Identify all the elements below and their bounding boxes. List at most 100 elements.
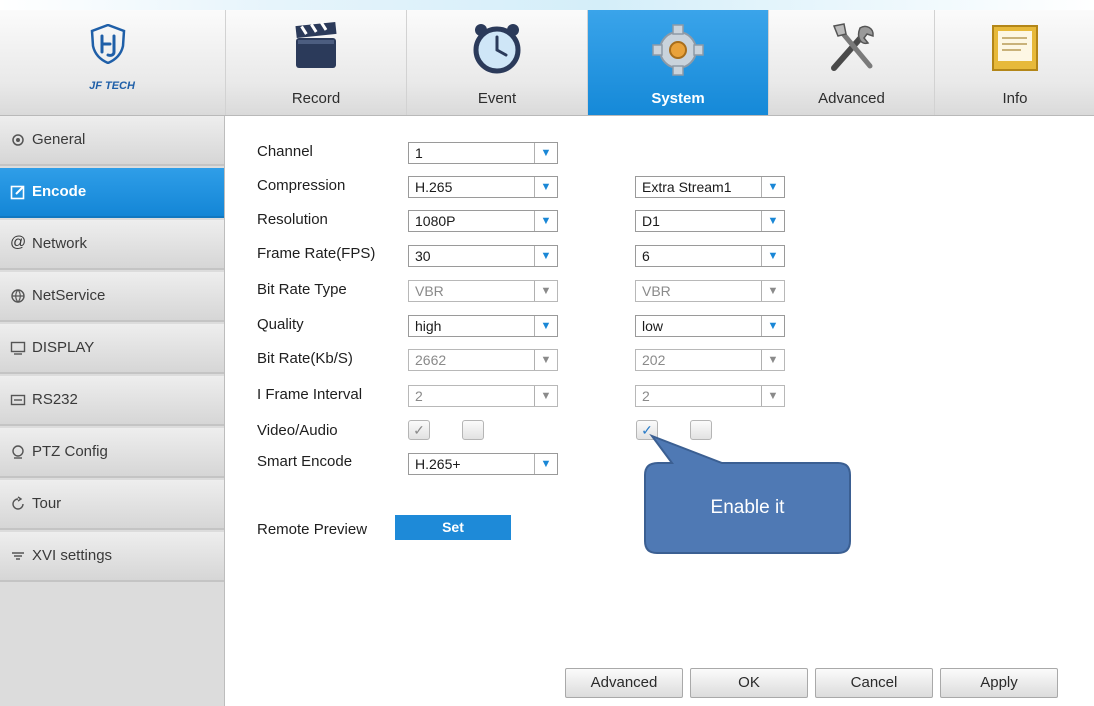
tab-event-label: Event xyxy=(477,90,517,107)
sidebar-item-label: Tour xyxy=(32,495,62,512)
sidebar-item-label: General xyxy=(32,131,86,148)
chevron-down-icon: ▼ xyxy=(761,386,784,406)
sidebar-item-xvi-settings[interactable]: XVI settings xyxy=(0,532,224,582)
sidebar-item-encode[interactable]: Encode xyxy=(0,168,224,218)
frame-rate-value: 30 xyxy=(415,248,431,264)
remote-preview-label: Remote Preview xyxy=(257,521,368,538)
frame-rate-label: Frame Rate(FPS) xyxy=(257,245,376,262)
sidebar-item-general[interactable]: General xyxy=(0,116,224,166)
extra-stream-value: Extra Stream1 xyxy=(642,179,732,195)
advanced-button[interactable]: Advanced xyxy=(565,668,683,698)
tab-info[interactable]: Info xyxy=(934,10,1094,115)
sidebar-item-tour[interactable]: Tour xyxy=(0,480,224,530)
tab-record-label: Record xyxy=(291,90,341,107)
cancel-button[interactable]: Cancel xyxy=(815,668,933,698)
ptz-icon xyxy=(12,445,24,459)
extra-frame-rate-value: 6 xyxy=(642,248,650,264)
chevron-down-icon: ▼ xyxy=(534,143,557,163)
extra-video-checkbox[interactable]: ✓ xyxy=(636,420,658,440)
compression-label: Compression xyxy=(257,177,346,194)
clapperboard-icon xyxy=(295,21,337,68)
bit-rate-type-value: VBR xyxy=(415,283,444,299)
sidebar-item-rs232[interactable]: RS232 xyxy=(0,376,224,426)
sidebar-item-network[interactable]: @ Network xyxy=(0,220,224,270)
sidebar-item-label: PTZ Config xyxy=(32,443,108,460)
extra-bit-rate-select[interactable]: 202 ▼ xyxy=(635,349,785,371)
apply-button[interactable]: Apply xyxy=(940,668,1058,698)
tools-icon xyxy=(830,23,874,71)
iframe-interval-select[interactable]: 2 ▼ xyxy=(408,385,558,407)
tab-info-label: Info xyxy=(1002,90,1028,107)
iframe-interval-label: I Frame Interval xyxy=(257,386,363,403)
resolution-label: Resolution xyxy=(257,211,328,228)
tab-event[interactable]: Event xyxy=(406,10,587,115)
tab-system[interactable]: System xyxy=(587,10,768,115)
extra-iframe-interval-select[interactable]: 2 ▼ xyxy=(635,385,785,407)
channel-value: 1 xyxy=(415,145,423,161)
sidebar-item-display[interactable]: DISPLAY xyxy=(0,324,224,374)
extra-bit-rate-type-value: VBR xyxy=(642,283,671,299)
edit-icon xyxy=(10,185,25,200)
logo-text: JF TECH xyxy=(89,80,135,92)
bit-rate-value: 2662 xyxy=(415,352,447,368)
main-video-checkbox[interactable]: ✓ xyxy=(408,420,430,440)
sidebar-item-label: NetService xyxy=(32,287,106,304)
chevron-down-icon: ▼ xyxy=(534,177,557,197)
extra-bit-rate-type-select[interactable]: VBR ▼ xyxy=(635,280,785,302)
quality-select[interactable]: high ▼ xyxy=(408,315,558,337)
extra-frame-rate-select[interactable]: 6 ▼ xyxy=(635,245,785,267)
chevron-down-icon: ▼ xyxy=(761,281,784,301)
main-audio-checkbox[interactable] xyxy=(462,420,484,440)
extra-bit-rate-value: 202 xyxy=(642,352,666,368)
globe-icon xyxy=(11,289,25,303)
gear-small-icon xyxy=(12,134,24,146)
callout-text: Enable it xyxy=(710,497,785,518)
tab-record[interactable]: Record xyxy=(225,10,406,115)
chevron-down-icon: ▼ xyxy=(761,316,784,336)
frame-rate-select[interactable]: 30 ▼ xyxy=(408,245,558,267)
channel-label: Channel xyxy=(257,143,313,160)
tab-advanced[interactable]: Advanced xyxy=(768,10,934,115)
quality-label: Quality xyxy=(257,316,304,333)
sidebar-item-netservice[interactable]: NetService xyxy=(0,272,224,322)
extra-iframe-interval-value: 2 xyxy=(642,388,650,404)
bit-rate-type-select[interactable]: VBR ▼ xyxy=(408,280,558,302)
extra-stream-select[interactable]: Extra Stream1 ▼ xyxy=(635,176,785,198)
xvi-icon xyxy=(12,552,24,560)
top-navigation: JF TECH Record Event System Advanced Inf… xyxy=(0,10,1094,116)
channel-select[interactable]: 1 ▼ xyxy=(408,142,558,164)
iframe-interval-value: 2 xyxy=(415,388,423,404)
extra-audio-checkbox[interactable] xyxy=(690,420,712,440)
compression-select[interactable]: H.265 ▼ xyxy=(408,176,558,198)
sidebar-item-label: RS232 xyxy=(32,391,78,408)
chevron-down-icon: ▼ xyxy=(534,246,557,266)
extra-quality-select[interactable]: low ▼ xyxy=(635,315,785,337)
chevron-down-icon: ▼ xyxy=(534,316,557,336)
tour-icon xyxy=(12,496,24,510)
sidebar-item-label: XVI settings xyxy=(32,547,113,564)
bit-rate-select[interactable]: 2662 ▼ xyxy=(408,349,558,371)
encode-settings-window: JF TECH Record Event System Advanced Inf… xyxy=(0,0,1094,706)
jf-tech-logo: JF TECH xyxy=(0,10,224,115)
chevron-down-icon: ▼ xyxy=(534,454,557,474)
bit-rate-label: Bit Rate(Kb/S) xyxy=(257,350,353,367)
resolution-value: 1080P xyxy=(415,213,456,229)
extra-resolution-select[interactable]: D1 ▼ xyxy=(635,210,785,232)
extra-quality-value: low xyxy=(642,318,664,334)
ok-button[interactable]: OK xyxy=(690,668,808,698)
tab-advanced-label: Advanced xyxy=(818,90,885,107)
chevron-down-icon: ▼ xyxy=(534,386,557,406)
smart-encode-select[interactable]: H.265+ ▼ xyxy=(408,453,558,475)
alarm-clock-icon xyxy=(473,24,521,74)
sidebar-item-ptz-config[interactable]: PTZ Config xyxy=(0,428,224,478)
remote-preview-set-button[interactable]: Set xyxy=(395,515,511,540)
sidebar-item-label: Encode xyxy=(32,183,87,200)
smart-encode-label: Smart Encode xyxy=(257,453,353,470)
chevron-down-icon: ▼ xyxy=(534,350,557,370)
chevron-down-icon: ▼ xyxy=(761,350,784,370)
logo-shield-icon xyxy=(90,24,126,64)
chevron-down-icon: ▼ xyxy=(761,211,784,231)
quality-value: high xyxy=(415,318,442,334)
resolution-select[interactable]: 1080P ▼ xyxy=(408,210,558,232)
chevron-down-icon: ▼ xyxy=(761,177,784,197)
